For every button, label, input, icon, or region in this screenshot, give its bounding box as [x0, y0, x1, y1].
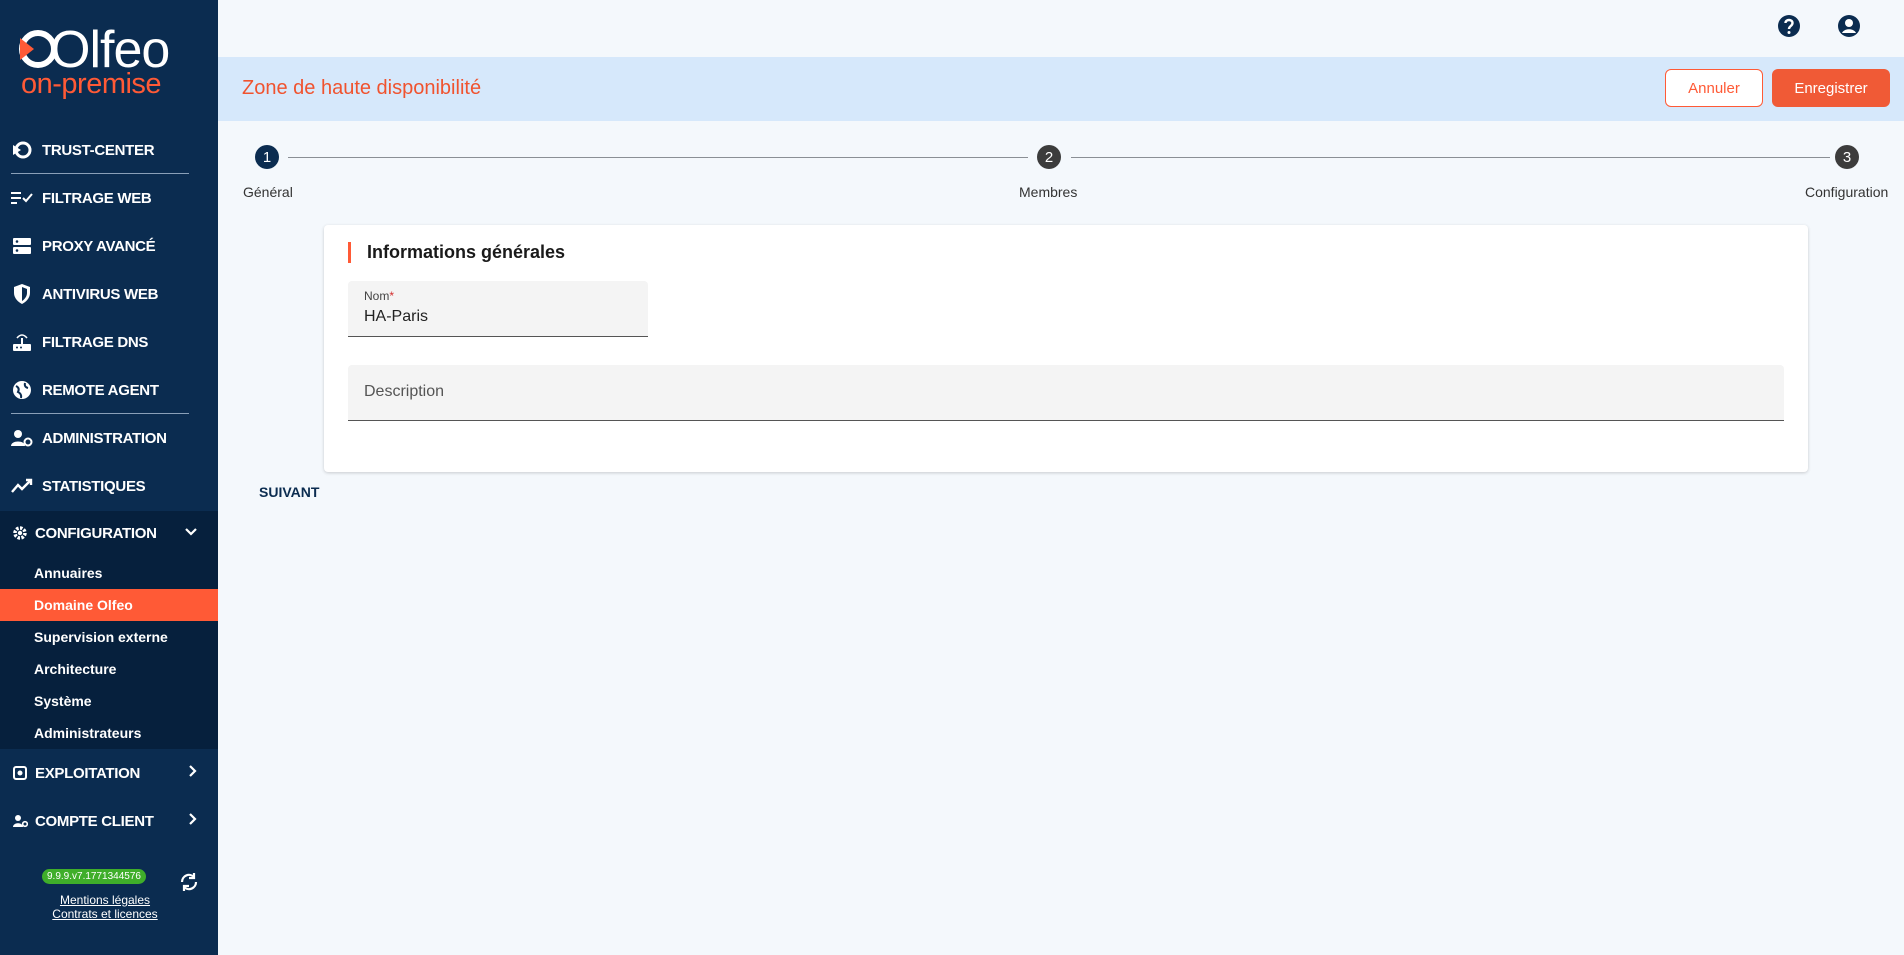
description-field[interactable]: Description — [348, 365, 1784, 421]
page-title: Zone de haute disponibilité — [242, 77, 482, 99]
next-button[interactable]: SUIVANT — [259, 484, 319, 500]
server-icon — [11, 235, 33, 257]
save-button[interactable]: Enregistrer — [1772, 69, 1890, 107]
filter-list-icon — [11, 187, 33, 209]
help-icon[interactable] — [1777, 14, 1801, 43]
sidebar: Olfeo on-premise TRUST-CENTER FILTRAGE W… — [0, 0, 218, 955]
gear-icon — [9, 522, 31, 544]
chevron-down-icon — [184, 524, 198, 542]
globe-icon — [11, 379, 33, 401]
sidebar-item-label: COMPTE CLIENT — [35, 812, 154, 830]
name-field-label: Nom* — [364, 289, 395, 303]
divider — [11, 413, 189, 414]
trust-center-icon — [11, 139, 33, 161]
trending-icon — [11, 475, 33, 497]
sidebar-item-compte-client[interactable]: COMPTE CLIENT — [0, 799, 218, 843]
step-2-circle[interactable]: 2 — [1037, 145, 1061, 169]
divider — [11, 173, 189, 174]
section-accent — [348, 242, 351, 263]
description-field-label: Description — [364, 383, 445, 400]
sidebar-subitem-administrateurs[interactable]: Administrateurs — [0, 717, 218, 749]
sidebar-item-label: CONFIGURATION — [35, 524, 157, 542]
sidebar-subitem-annuaires[interactable]: Annuaires — [0, 557, 218, 589]
step-1-label: Général — [243, 184, 293, 200]
sidebar-item-label: ANTIVIRUS WEB — [42, 285, 159, 303]
customer-icon — [9, 810, 31, 832]
sidebar-item-label: ADMINISTRATION — [42, 429, 167, 447]
brand-sub: on-premise — [21, 68, 162, 100]
sidebar-item-label: PROXY AVANCÉ — [42, 237, 156, 255]
sidebar-item-antivirus-web[interactable]: ANTIVIRUS WEB — [0, 272, 218, 316]
contracts-link[interactable]: Contrats et licences — [0, 907, 210, 921]
sidebar-item-proxy-avance[interactable]: PROXY AVANCÉ — [0, 224, 218, 268]
sidebar-item-trust-center[interactable]: TRUST-CENTER — [0, 128, 218, 172]
account-icon[interactable] — [1837, 14, 1861, 43]
sidebar-item-label: STATISTIQUES — [42, 477, 146, 495]
router-icon — [11, 331, 33, 353]
sidebar-subitem-architecture[interactable]: Architecture — [0, 653, 218, 685]
sidebar-subitem-domaine-olfeo[interactable]: Domaine Olfeo — [0, 589, 218, 621]
general-info-card: Informations générales Nom* HA-Paris Des… — [324, 225, 1808, 472]
legal-link[interactable]: Mentions légales — [0, 893, 210, 907]
shield-icon — [11, 283, 33, 305]
cog-box-icon — [9, 762, 31, 784]
step-3-label: Configuration — [1805, 184, 1889, 200]
name-field-value: HA-Paris — [364, 308, 429, 325]
sidebar-item-remote-agent[interactable]: REMOTE AGENT — [0, 368, 218, 412]
sidebar-item-administration[interactable]: ADMINISTRATION — [0, 416, 218, 460]
chevron-right-icon — [188, 764, 198, 783]
cancel-button[interactable]: Annuler — [1665, 69, 1763, 107]
step-1-circle[interactable]: 1 — [255, 145, 279, 169]
step-3-circle[interactable]: 3 — [1835, 145, 1859, 169]
chevron-right-icon — [188, 812, 198, 831]
sidebar-item-label: REMOTE AGENT — [42, 381, 159, 399]
name-field[interactable]: Nom* HA-Paris — [348, 281, 648, 337]
user-gear-icon — [11, 427, 33, 449]
sidebar-item-exploitation[interactable]: EXPLOITATION — [0, 751, 218, 795]
sidebar-item-statistiques[interactable]: STATISTIQUES — [0, 464, 218, 508]
sidebar-subitem-supervision-externe[interactable]: Supervision externe — [0, 621, 218, 653]
step-connector — [1071, 157, 1830, 158]
sidebar-item-filtrage-web[interactable]: FILTRAGE WEB — [0, 176, 218, 220]
sidebar-item-label: TRUST-CENTER — [42, 141, 155, 159]
section-title: Informations générales — [367, 242, 566, 262]
sidebar-item-label: FILTRAGE WEB — [42, 189, 152, 207]
sidebar-item-label: FILTRAGE DNS — [42, 333, 149, 351]
sidebar-item-configuration[interactable]: CONFIGURATION — [0, 511, 218, 555]
sidebar-item-filtrage-dns[interactable]: FILTRAGE DNS — [0, 320, 218, 364]
required-marker: * — [389, 289, 395, 303]
sidebar-subitem-systeme[interactable]: Système — [0, 685, 218, 717]
step-2-label: Membres — [1019, 184, 1078, 200]
sidebar-item-label: EXPLOITATION — [35, 764, 141, 782]
step-connector — [288, 157, 1028, 158]
page-header: Zone de haute disponibilité Annuler Enre… — [218, 57, 1904, 121]
olfeo-logo[interactable]: Olfeo on-premise — [18, 22, 178, 102]
version-badge: 9.9.9.v7.1771344576 — [42, 869, 146, 884]
